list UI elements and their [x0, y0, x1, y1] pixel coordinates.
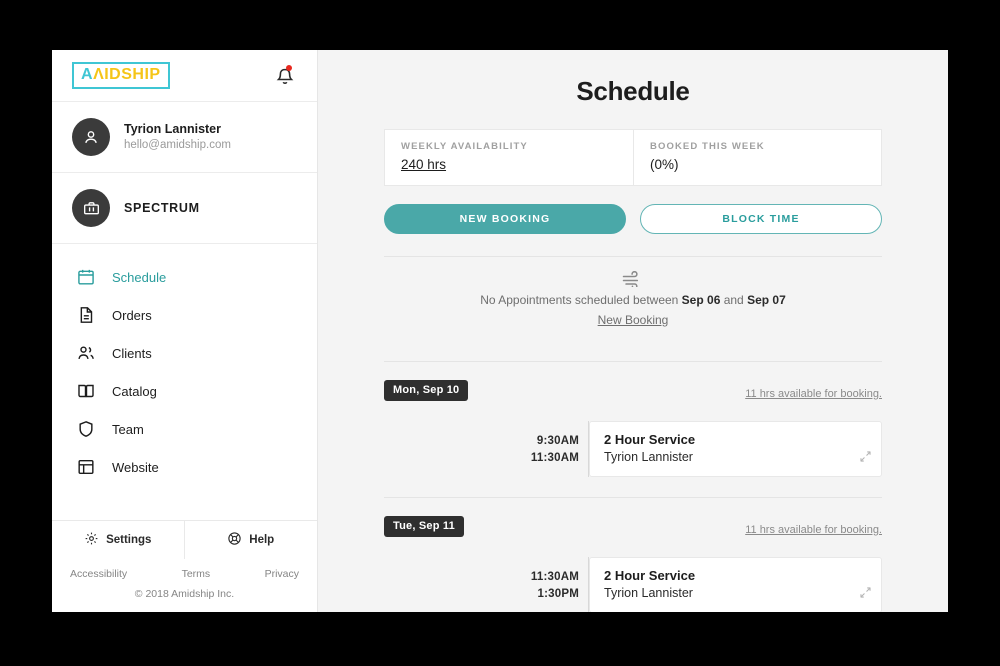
- app-window: AΛIDSHIP Tyrion Lannister hello@amidship…: [52, 50, 948, 612]
- account-name: Tyrion Lannister: [124, 121, 222, 136]
- help-button[interactable]: Help: [185, 521, 318, 559]
- appointment-times: 9:30AM 11:30AM: [384, 421, 589, 477]
- logo-first-letter: A: [81, 66, 94, 83]
- footer-actions: Settings Help: [52, 521, 317, 559]
- main-content: Schedule WEEKLY AVAILABILITY 240 hrs BOO…: [318, 50, 948, 612]
- availability-link[interactable]: 11 hrs available for booking.: [745, 388, 882, 400]
- amidship-logo[interactable]: AΛIDSHIP: [72, 62, 170, 89]
- sidebar: AΛIDSHIP Tyrion Lannister hello@amidship…: [52, 50, 318, 612]
- layout-icon: [76, 457, 96, 477]
- business-row[interactable]: SPECTRUM: [52, 173, 317, 244]
- sidebar-item-website[interactable]: Website: [52, 448, 317, 486]
- business-name: SPECTRUM: [124, 201, 200, 215]
- action-buttons: NEW BOOKING BLOCK TIME: [384, 204, 882, 234]
- account-row[interactable]: Tyrion Lannister hello@amidship.com: [52, 102, 317, 173]
- logo-rest: ΛIDSHIP: [93, 66, 161, 83]
- sidebar-item-clients[interactable]: Clients: [52, 334, 317, 372]
- stat-weekly-availability: WEEKLY AVAILABILITY 240 hrs: [385, 130, 633, 185]
- empty-state-top: No Appointments scheduled between Sep 06…: [384, 257, 882, 339]
- bell-icon[interactable]: [275, 64, 295, 87]
- sidebar-item-catalog[interactable]: Catalog: [52, 372, 317, 410]
- appointment-client: Tyrion Lannister: [604, 450, 693, 464]
- settings-label: Settings: [106, 534, 152, 546]
- appointment-times: 11:30AM 1:30PM: [384, 557, 589, 612]
- privacy-link[interactable]: Privacy: [265, 568, 299, 580]
- sidebar-item-orders[interactable]: Orders: [52, 296, 317, 334]
- copyright: © 2018 Amidship Inc.: [134, 588, 235, 600]
- stat-booked-this-week: BOOKED THIS WEEK (0%): [633, 130, 881, 185]
- page-title: Schedule: [576, 76, 690, 106]
- sidebar-item-label: Orders: [112, 307, 152, 323]
- sidebar-item-label: Catalog: [112, 383, 157, 399]
- lifebuoy-icon: [227, 531, 242, 549]
- wind-icon: [384, 271, 882, 287]
- appointment-card[interactable]: 2 Hour Service Tyrion Lannister: [589, 421, 882, 477]
- calendar-icon: [76, 267, 96, 287]
- help-label: Help: [249, 534, 275, 546]
- empty-prefix: No Appointments scheduled between: [480, 293, 682, 307]
- empty-middle: and: [720, 293, 748, 307]
- document-icon: [76, 305, 96, 325]
- day-badge: Tue, Sep 11: [384, 516, 464, 537]
- stat-value: (0%): [650, 157, 679, 172]
- stats-panel: WEEKLY AVAILABILITY 240 hrs BOOKED THIS …: [384, 129, 882, 186]
- account-email: hello@amidship.com: [124, 138, 231, 151]
- shield-icon: [76, 419, 96, 439]
- day-header: Tue, Sep 11 11 hrs available for booking…: [384, 498, 882, 537]
- terms-link[interactable]: Terms: [182, 568, 211, 580]
- empty-end-date: Sep 07: [747, 293, 786, 307]
- sidebar-item-label: Schedule: [112, 269, 167, 285]
- brand-bar: AΛIDSHIP: [52, 50, 317, 102]
- appointment-title: 2 Hour Service: [604, 432, 696, 447]
- stat-value[interactable]: 240 hrs: [401, 157, 617, 172]
- block-time-button[interactable]: BLOCK TIME: [640, 204, 882, 234]
- appointment-client: Tyrion Lannister: [604, 586, 693, 600]
- appointment-start-time: 9:30AM: [536, 434, 579, 447]
- sidebar-item-label: Website: [112, 459, 159, 475]
- expand-icon[interactable]: [859, 586, 872, 604]
- gear-icon: [84, 531, 99, 549]
- book-icon: [76, 381, 96, 401]
- sidebar-nav: Schedule Orders Clients Catalog Team Web…: [52, 244, 317, 520]
- new-booking-link[interactable]: New Booking: [598, 313, 669, 327]
- appointment-start-time: 11:30AM: [530, 570, 579, 583]
- empty-state-text: No Appointments scheduled between Sep 06…: [384, 293, 882, 307]
- sidebar-item-label: Team: [112, 421, 144, 437]
- stat-label: WEEKLY AVAILABILITY: [401, 141, 528, 152]
- expand-icon[interactable]: [859, 450, 872, 468]
- appointment-end-time: 11:30AM: [530, 451, 579, 464]
- appointment-end-time: 1:30PM: [537, 587, 579, 600]
- briefcase-icon: [72, 189, 110, 227]
- new-booking-button[interactable]: NEW BOOKING: [384, 204, 626, 234]
- appointment-title: 2 Hour Service: [604, 568, 696, 583]
- people-icon: [76, 343, 96, 363]
- user-avatar-icon: [72, 118, 110, 156]
- settings-button[interactable]: Settings: [52, 521, 185, 559]
- notification-dot: [286, 64, 292, 71]
- footer-links: Accessibility Terms Privacy: [52, 559, 317, 582]
- availability-link[interactable]: 11 hrs available for booking.: [745, 524, 882, 536]
- stat-label: BOOKED THIS WEEK: [650, 141, 765, 152]
- appointment-row: 11:30AM 1:30PM 2 Hour Service Tyrion Lan…: [384, 557, 882, 612]
- appointment-row: 9:30AM 11:30AM 2 Hour Service Tyrion Lan…: [384, 421, 882, 477]
- sidebar-item-schedule[interactable]: Schedule: [52, 258, 317, 296]
- sidebar-item-label: Clients: [112, 345, 152, 361]
- sidebar-footer: Settings Help Accessibility Terms Privac…: [52, 520, 317, 612]
- accessibility-link[interactable]: Accessibility: [70, 568, 127, 580]
- sidebar-item-team[interactable]: Team: [52, 410, 317, 448]
- day-badge: Mon, Sep 10: [384, 380, 469, 401]
- day-header: Mon, Sep 10 11 hrs available for booking…: [384, 362, 882, 401]
- empty-start-date: Sep 06: [681, 293, 721, 307]
- appointment-card[interactable]: 2 Hour Service Tyrion Lannister: [589, 557, 882, 612]
